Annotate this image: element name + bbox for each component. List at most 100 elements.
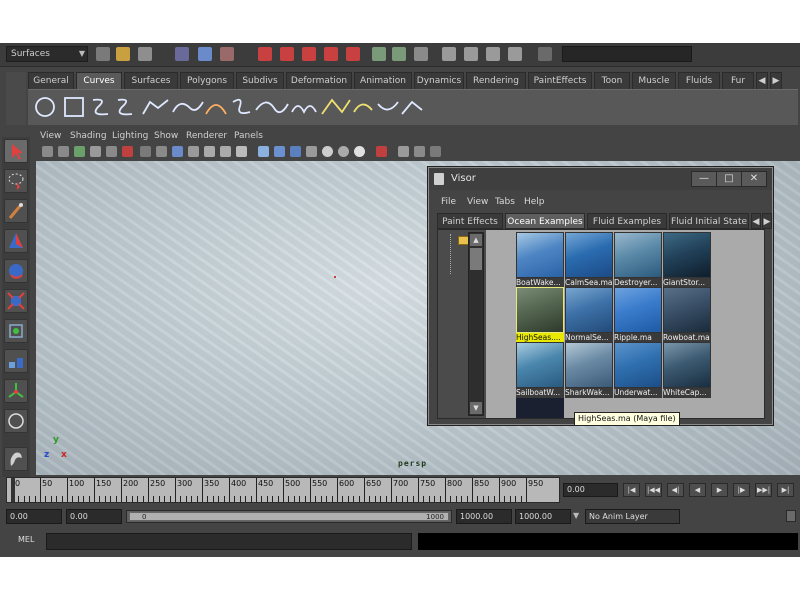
image-plane-icon[interactable] xyxy=(90,146,101,157)
hypershade-icon[interactable] xyxy=(508,47,522,61)
anim-layer-selector[interactable]: No Anim Layer xyxy=(585,509,680,524)
ocean-example-thumbnail[interactable]: Rowboat.ma xyxy=(663,287,711,343)
mel-label[interactable]: MEL xyxy=(18,535,34,544)
range-slider-handle[interactable]: 0 1000 xyxy=(129,512,449,521)
quick-select-icon[interactable] xyxy=(538,47,552,61)
high-quality-icon[interactable] xyxy=(354,146,365,157)
soft-mod-tool-icon[interactable] xyxy=(4,349,28,373)
shelf-scroll-left-icon[interactable]: ◀ xyxy=(756,72,768,89)
scale-tool-icon[interactable] xyxy=(4,289,28,313)
shelf-scroll-right-icon[interactable]: ▶ xyxy=(770,72,782,89)
playback-end-field[interactable]: 1000.00 xyxy=(456,509,512,524)
new-scene-icon[interactable] xyxy=(96,47,110,61)
scroll-thumb[interactable] xyxy=(470,248,482,270)
tree-scrollbar[interactable]: ▲ ▼ xyxy=(468,232,484,416)
shelf-side-buttons[interactable] xyxy=(6,72,26,125)
visor-tab-paint-effects[interactable]: Paint Effects xyxy=(437,213,503,229)
shadows-icon[interactable] xyxy=(338,146,349,157)
shelf-tab-toon[interactable]: Toon xyxy=(594,72,630,89)
mask-curves-icon[interactable] xyxy=(302,47,316,61)
rebuild-curve-icon[interactable] xyxy=(377,101,399,111)
wireframe-on-shaded-icon[interactable] xyxy=(290,146,301,157)
shelf-tab-animation[interactable]: Animation xyxy=(354,72,412,89)
panel-menu-lighting[interactable]: Lighting xyxy=(112,129,148,143)
step-forward-frame-button[interactable]: |▶ xyxy=(733,483,750,497)
panel-menu-renderer[interactable]: Renderer xyxy=(186,129,227,143)
step-back-key-button[interactable]: |◀◀ xyxy=(645,483,662,497)
wave-curve-icon[interactable] xyxy=(291,105,317,115)
visor-menu-file[interactable]: File xyxy=(441,194,456,210)
panel-menu-view[interactable]: View xyxy=(40,129,61,143)
scroll-up-icon[interactable]: ▲ xyxy=(470,234,482,246)
playback-start-field[interactable]: 0.00 xyxy=(66,509,122,524)
lock-selection-icon[interactable] xyxy=(414,47,428,61)
lasso-tool-icon[interactable] xyxy=(4,169,28,193)
play-backwards-button[interactable]: ◀ xyxy=(689,483,706,497)
film-gate-icon[interactable] xyxy=(156,146,167,157)
visor-menu-tabs[interactable]: Tabs xyxy=(495,194,515,210)
step-forward-key-button[interactable]: ▶▶| xyxy=(755,483,772,497)
arc-curve-icon[interactable] xyxy=(172,101,204,113)
visor-tab-fluid-examples[interactable]: Fluid Examples xyxy=(587,213,667,229)
field-chart-icon[interactable] xyxy=(204,146,215,157)
close-button[interactable]: ✕ xyxy=(741,171,767,187)
arc-2pt-icon[interactable] xyxy=(205,104,227,115)
xray-icon[interactable] xyxy=(398,146,409,157)
camera-attributes-icon[interactable] xyxy=(58,146,69,157)
save-scene-icon[interactable] xyxy=(138,47,152,61)
grid-toggle-icon[interactable] xyxy=(140,146,151,157)
show-manipulator-icon[interactable] xyxy=(4,379,28,403)
select-camera-icon[interactable] xyxy=(42,146,53,157)
maximize-button[interactable]: □ xyxy=(716,171,742,187)
select-object-icon[interactable] xyxy=(198,47,212,61)
tabs-scroll-left-icon[interactable]: ◀ xyxy=(751,213,761,229)
visor-title-bar[interactable]: Visor — □ ✕ xyxy=(429,168,772,190)
bookmarks-icon[interactable] xyxy=(74,146,85,157)
two-d-pan-zoom-icon[interactable] xyxy=(122,146,133,157)
paint-select-tool-icon[interactable] xyxy=(4,199,28,223)
ocean-example-thumbnail[interactable]: BoatWake... xyxy=(516,232,564,288)
quick-layout-icon[interactable] xyxy=(4,447,28,471)
smooth-shade-icon[interactable] xyxy=(274,146,285,157)
square-curve-icon[interactable] xyxy=(64,97,84,117)
textured-icon[interactable] xyxy=(306,146,317,157)
panel-menu-shading[interactable]: Shading xyxy=(70,129,107,143)
shelf-tab-muscle[interactable]: Muscle xyxy=(632,72,676,89)
rotate-tool-icon[interactable] xyxy=(4,259,28,283)
ocean-example-thumbnail[interactable]: SailboatW... xyxy=(516,342,564,398)
shelf-tab-surfaces[interactable]: Surfaces xyxy=(124,72,178,89)
ocean-example-thumbnail[interactable]: HighSeas.... xyxy=(516,287,564,343)
detach-curves-icon[interactable] xyxy=(353,103,373,113)
ipr-render-icon[interactable] xyxy=(464,47,478,61)
ocean-example-thumbnail[interactable]: GiantStor... xyxy=(663,232,711,288)
panel-menu-show[interactable]: Show xyxy=(154,129,178,143)
shelf-tab-dynamics[interactable]: Dynamics xyxy=(414,72,464,89)
panel-menu-panels[interactable]: Panels xyxy=(234,129,263,143)
select-component-icon[interactable] xyxy=(220,47,234,61)
status-input-field[interactable] xyxy=(562,46,692,62)
scroll-down-icon[interactable]: ▼ xyxy=(470,402,482,414)
universal-manip-icon[interactable] xyxy=(4,319,28,343)
ocean-example-thumbnail[interactable]: SharkWak... xyxy=(565,342,613,398)
grease-pencil-icon[interactable] xyxy=(106,146,117,157)
input-ops-icon[interactable] xyxy=(372,47,386,61)
shelf-tab-subdivs[interactable]: Subdivs xyxy=(236,72,284,89)
select-hierarchy-icon[interactable] xyxy=(175,47,189,61)
shelf-tab-fur[interactable]: Fur xyxy=(722,72,754,89)
select-tool-icon[interactable] xyxy=(4,139,28,163)
isolate-select-icon[interactable] xyxy=(376,146,387,157)
shelf-tab-rendering[interactable]: Rendering xyxy=(466,72,526,89)
mask-deformations-icon[interactable] xyxy=(346,47,360,61)
menu-set-selector[interactable]: Surfaces ▼ xyxy=(6,46,88,62)
wireframe-icon[interactable] xyxy=(258,146,269,157)
shelf-tab-polygons[interactable]: Polygons xyxy=(180,72,234,89)
cv-curve-icon[interactable] xyxy=(92,98,109,116)
ocean-example-thumbnail[interactable]: NormalSe... xyxy=(565,287,613,343)
shelf-tab-painteffects[interactable]: PaintEffects xyxy=(528,72,592,89)
offset-curve-icon[interactable] xyxy=(401,100,423,115)
mask-handles-icon[interactable] xyxy=(258,47,272,61)
attach-curves-icon[interactable] xyxy=(321,98,351,115)
visor-menu-view[interactable]: View xyxy=(467,194,488,210)
end-time-field[interactable]: 1000.00 xyxy=(515,509,571,524)
time-slider[interactable]: 0 50 100 150 200 250 300 350 400 450 500 550 600 650 7… xyxy=(6,477,560,503)
